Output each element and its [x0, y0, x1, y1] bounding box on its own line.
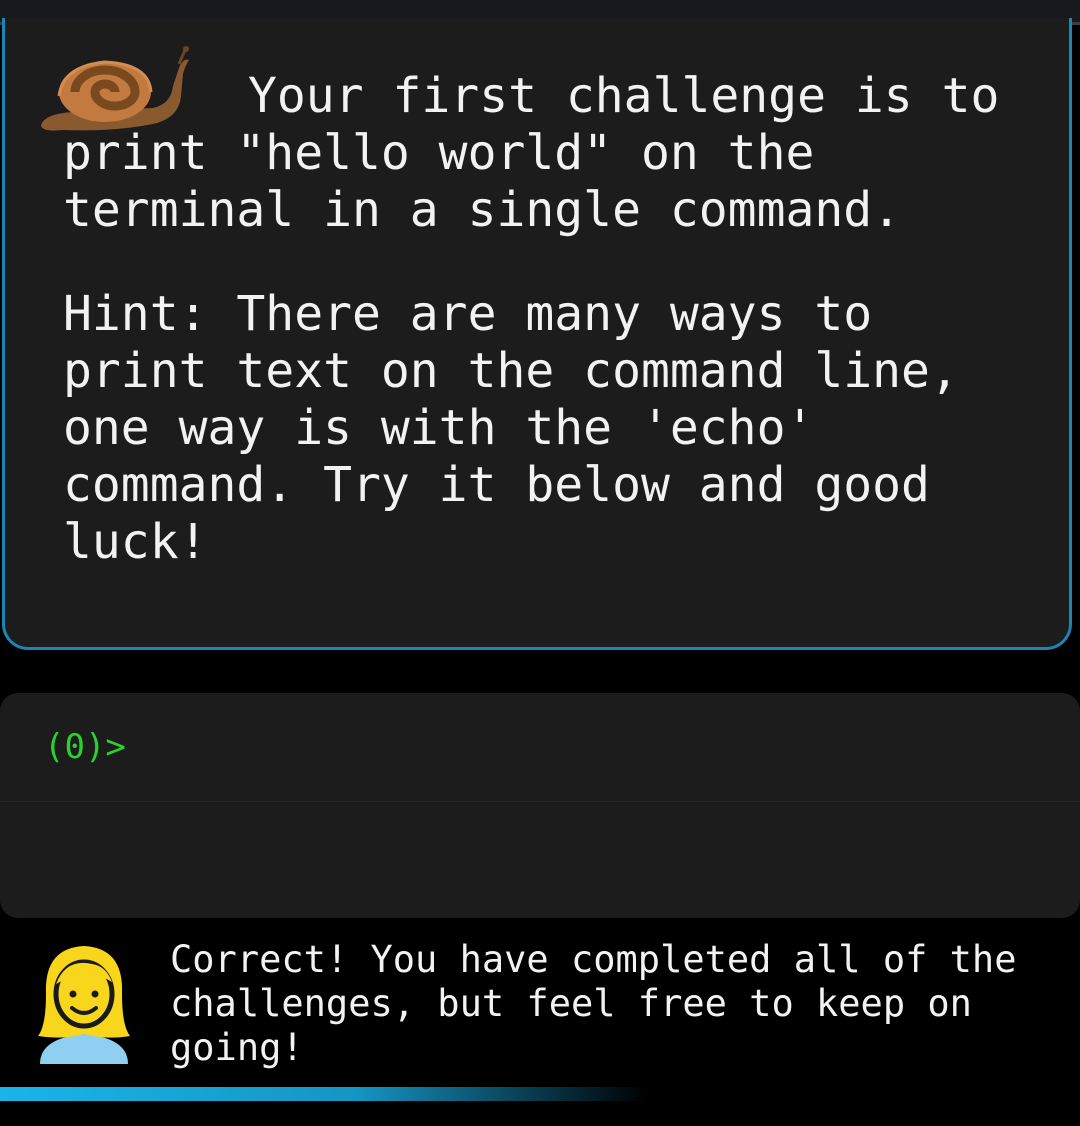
- woman-avatar-icon: [38, 946, 130, 1064]
- app-screen: Your first challenge is to print "hello …: [0, 0, 1080, 1126]
- terminal-prompt: (0)>: [44, 727, 126, 767]
- feedback-message: Correct! You have completed all of the c…: [170, 938, 1039, 1069]
- terminal-panel[interactable]: (0)>: [0, 693, 1080, 918]
- hint-text: Hint: There are many ways to print text …: [63, 286, 988, 570]
- terminal-input[interactable]: [150, 723, 1030, 769]
- terminal-divider: [0, 801, 1080, 802]
- challenge-text: Your first challenge is to print "hello …: [63, 68, 1029, 238]
- progress-bar: [0, 1087, 1080, 1101]
- challenge-card: Your first challenge is to print "hello …: [2, 18, 1072, 650]
- progress-fill: [0, 1087, 648, 1101]
